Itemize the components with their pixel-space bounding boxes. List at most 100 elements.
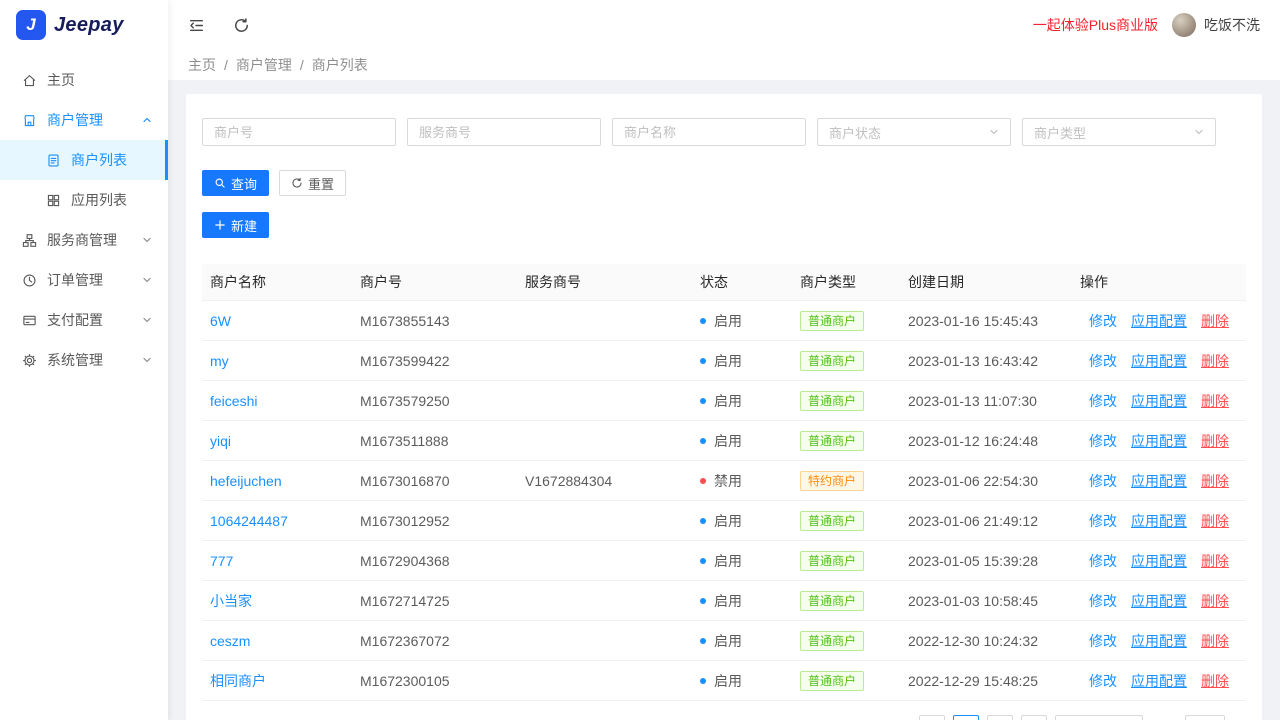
column-header: 商户号 (352, 264, 517, 301)
edit-link[interactable]: 修改 (1089, 673, 1117, 689)
merchant-name-link[interactable]: 小当家 (210, 593, 252, 609)
merchant-name-link[interactable]: ceszm (210, 633, 250, 649)
status-text: 启用 (714, 632, 742, 649)
cell-merchant-no: M1672300105 (352, 660, 517, 701)
merchant-name-link[interactable]: 相同商户 (210, 673, 266, 689)
status-text: 禁用 (714, 472, 742, 489)
sidebar-item-system-mgmt[interactable]: 系统管理 (0, 340, 168, 380)
reload-icon[interactable] (233, 17, 250, 34)
table-row: 777 M1672904368 启用 普通商户 2023-01-05 15:39:28 修… (202, 540, 1246, 581)
plus-promo-link[interactable]: 一起体验Plus商业版 (1033, 15, 1158, 35)
user-avatar[interactable] (1172, 13, 1196, 37)
app-config-link[interactable]: 应用配置 (1131, 473, 1187, 489)
edit-link[interactable]: 修改 (1089, 393, 1117, 409)
gear-icon (22, 353, 37, 368)
cell-merchant-type: 特约商户 (792, 460, 900, 501)
edit-link[interactable]: 修改 (1089, 633, 1117, 649)
app-config-link[interactable]: 应用配置 (1131, 353, 1187, 369)
cell-isv-no (517, 380, 692, 421)
delete-link[interactable]: 删除 (1201, 393, 1229, 409)
cell-merchant-no: M1673016870 (352, 460, 517, 501)
mch-no-input[interactable] (202, 118, 396, 146)
isv-no-input[interactable] (407, 118, 601, 146)
app-config-link[interactable]: 应用配置 (1131, 313, 1187, 329)
cell-status: 禁用 (692, 460, 792, 501)
mch-name-input[interactable] (612, 118, 806, 146)
cell-status: 启用 (692, 620, 792, 661)
sidebar-item-home[interactable]: 主页 (0, 60, 168, 100)
merchant-name-link[interactable]: yiqi (210, 433, 231, 449)
status-text: 启用 (714, 432, 742, 449)
search-button[interactable]: 查询 (202, 170, 270, 196)
app-config-link[interactable]: 应用配置 (1131, 673, 1187, 689)
cell-merchant-name: ceszm (202, 620, 352, 661)
edit-link[interactable]: 修改 (1089, 433, 1117, 449)
app-config-link[interactable]: 应用配置 (1131, 393, 1187, 409)
merchant-name-link[interactable]: hefeijuchen (210, 473, 282, 489)
prev-page-button[interactable] (919, 715, 946, 720)
breadcrumb-merchant-mgmt[interactable]: 商户管理 (236, 55, 292, 75)
merchant-type-badge: 普通商户 (800, 431, 865, 451)
app-config-link[interactable]: 应用配置 (1131, 553, 1187, 569)
column-header: 状态 (692, 264, 792, 301)
delete-link[interactable]: 删除 (1201, 313, 1229, 329)
next-page-button[interactable] (1021, 715, 1048, 720)
page-jump-input[interactable] (1184, 715, 1225, 720)
page-size-select[interactable]: 10 条/页 (1055, 715, 1143, 720)
delete-link[interactable]: 删除 (1201, 353, 1229, 369)
edit-link[interactable]: 修改 (1089, 513, 1117, 529)
edit-link[interactable]: 修改 (1089, 313, 1117, 329)
table-row: my M1673599422 启用 普通商户 2023-01-13 16:43:42 修改… (202, 340, 1246, 381)
logo[interactable]: J Jeepay (0, 0, 168, 50)
create-button-label: 新建 (231, 218, 258, 234)
cell-merchant-name: feiceshi (202, 380, 352, 421)
mch-state-select[interactable]: 商户状态 (817, 118, 1011, 146)
breadcrumb-home[interactable]: 主页 (188, 55, 216, 75)
table-row: feiceshi M1673579250 启用 普通商户 2023-01-13 11:0… (202, 380, 1246, 421)
edit-link[interactable]: 修改 (1089, 593, 1117, 609)
merchant-name-link[interactable]: feiceshi (210, 393, 257, 409)
menu-fold-icon[interactable] (188, 17, 205, 34)
page-button-1[interactable]: 1 (953, 715, 980, 720)
sidebar-item-isv-mgmt[interactable]: 服务商管理 (0, 220, 168, 260)
app-config-link[interactable]: 应用配置 (1131, 633, 1187, 649)
page-button-2[interactable]: 2 (987, 715, 1014, 720)
sidebar-item-pay-config[interactable]: 支付配置 (0, 300, 168, 340)
app-config-link[interactable]: 应用配置 (1131, 433, 1187, 449)
delete-link[interactable]: 删除 (1201, 513, 1229, 529)
delete-link[interactable]: 删除 (1201, 673, 1229, 689)
chevron-down-icon (1194, 127, 1204, 137)
delete-link[interactable]: 删除 (1201, 633, 1229, 649)
edit-link[interactable]: 修改 (1089, 353, 1117, 369)
status-dot (700, 397, 706, 404)
cell-isv-no (517, 620, 692, 661)
sidebar-item-app-list[interactable]: 应用列表 (0, 180, 168, 220)
merchant-name-link[interactable]: 6W (210, 313, 231, 329)
edit-link[interactable]: 修改 (1089, 553, 1117, 569)
username[interactable]: 吃饭不洗 (1204, 15, 1260, 35)
reset-button[interactable]: 重置 (279, 170, 347, 196)
delete-link[interactable]: 删除 (1201, 553, 1229, 569)
sidebar-item-merchant-list[interactable]: 商户列表 (0, 140, 168, 180)
sidebar-item-merchant-mgmt[interactable]: 商户管理 (0, 100, 168, 140)
cell-isv-no (517, 500, 692, 541)
merchant-name-link[interactable]: 777 (210, 553, 233, 569)
column-header: 创建日期 (900, 264, 1072, 301)
delete-link[interactable]: 删除 (1201, 473, 1229, 489)
cell-merchant-no: M1673599422 (352, 340, 517, 381)
delete-link[interactable]: 删除 (1201, 433, 1229, 449)
mch-type-select[interactable]: 商户类型 (1022, 118, 1216, 146)
edit-link[interactable]: 修改 (1089, 473, 1117, 489)
cell-actions: 修改 应用配置 删除 (1072, 340, 1246, 381)
merchant-type-badge: 普通商户 (800, 311, 865, 331)
app-config-link[interactable]: 应用配置 (1131, 593, 1187, 609)
app-config-link[interactable]: 应用配置 (1131, 513, 1187, 529)
merchant-name-link[interactable]: my (210, 353, 229, 369)
main-area: 一起体验Plus商业版 吃饭不洗 主页 / 商户管理 / 商户列表 商户状态 (168, 0, 1280, 720)
delete-link[interactable]: 删除 (1201, 593, 1229, 609)
create-button[interactable]: 新建 (202, 212, 270, 238)
sidebar-item-order-mgmt[interactable]: 订单管理 (0, 260, 168, 300)
merchant-name-link[interactable]: 1064244487 (210, 513, 288, 529)
status-text: 启用 (714, 312, 742, 329)
table-row: 小当家 M1672714725 启用 普通商户 2023-01-03 10:58:45 修… (202, 580, 1246, 621)
